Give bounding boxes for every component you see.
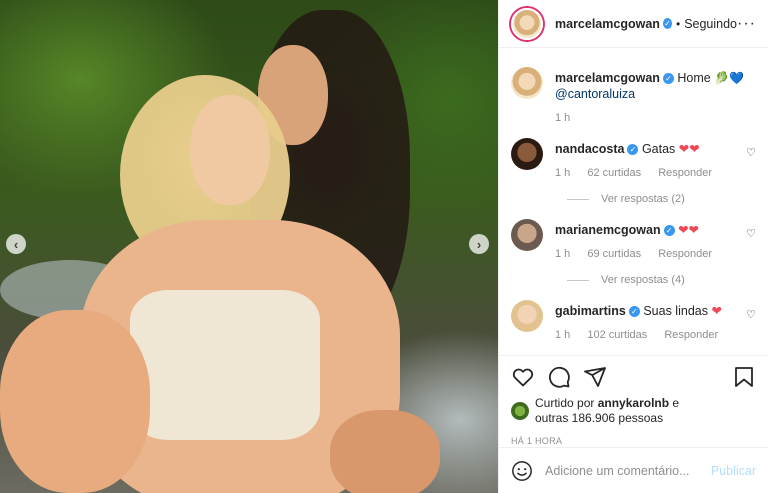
post-sidebar: marcelamcgowan ✓ • Seguindo ··· marcelam… [498,0,768,493]
verified-badge-icon: ✓ [663,225,675,237]
comment-likes[interactable]: 102 curtidas [587,329,647,341]
post-timestamp[interactable]: HÁ 1 HORA [511,436,756,446]
comment-hearts: ❤ [711,304,722,318]
reply-button[interactable]: Responder [658,248,712,260]
comment-meta: 1 h 69 curtidas Responder [555,246,740,262]
comment-username[interactable]: marianemcgowan [555,223,661,237]
comment-item: nandacosta ✓ Gatas ❤❤ 1 h 62 curtidas Res… [511,138,756,181]
view-replies-label: Ver respostas (4) [601,274,685,286]
post-header: marcelamcgowan ✓ • Seguindo ··· [499,0,768,48]
photo-leg [0,310,150,493]
like-comment-heart-icon[interactable]: ♡ [746,219,756,240]
comments-list[interactable]: marcelamcgowan ✓ Home 🥬💙 @cantoraluiza 1 … [499,49,768,355]
verified-badge-icon: ✓ [662,73,674,85]
likes-prefix: Curtido por [535,396,595,410]
comment-input[interactable] [545,463,711,478]
carousel-next-button[interactable]: › [469,234,489,254]
caption-time[interactable]: 1 h [555,112,570,124]
emoji-smile-icon[interactable] [511,460,533,482]
comment-time[interactable]: 1 h [555,248,570,260]
verified-badge-icon: ✓ [662,18,672,29]
replies-divider [567,279,589,281]
reply-button[interactable]: Responder [664,329,718,341]
verified-badge-icon: ✓ [628,306,640,318]
view-replies-label: Ver respostas (2) [601,193,685,205]
likes-middle: e [672,396,680,410]
verified-badge-icon: ✓ [627,144,639,156]
caption-meta: 1 h [555,110,756,126]
comment-likes[interactable]: 62 curtidas [587,167,641,179]
comment-meta: 1 h 62 curtidas Responder [555,165,740,181]
comment-time[interactable]: 1 h [555,329,570,341]
comment-time[interactable]: 1 h [555,167,570,179]
comment-text: Gatas [641,142,676,156]
comment-text: Suas lindas [643,304,708,318]
comment-hearts: ❤❤ [678,142,700,156]
separator-dot: • [675,16,681,31]
author-avatar[interactable] [511,7,543,40]
like-heart-icon[interactable] [511,365,535,389]
mention-link[interactable]: @cantoraluiza [555,87,635,101]
comment-username[interactable]: gabimartins [555,304,626,318]
comment-likes[interactable]: 69 curtidas [587,248,641,260]
save-bookmark-icon[interactable] [732,365,756,389]
likes-text: Curtido por annykarolnb e outras 186.906… [535,396,679,426]
comment-avatar[interactable] [511,219,543,251]
likes-others[interactable]: outras 186.906 pessoas [535,411,663,425]
action-icons [511,364,756,390]
like-comment-heart-icon[interactable]: ♡ [746,300,756,321]
comment-avatar[interactable] [511,300,543,332]
carousel-prev-button[interactable]: ‹ [6,234,26,254]
caption-username[interactable]: marcelamcgowan [555,71,660,85]
caption-avatar[interactable] [511,67,543,99]
caption-emoji: 🥬💙 [714,71,745,85]
publish-button[interactable]: Publicar [711,464,756,478]
comment-hearts: ❤❤ [678,223,700,237]
likes-summary: Curtido por annykarolnb e outras 186.906… [511,396,756,426]
liker-avatar[interactable] [511,402,529,420]
author-username[interactable]: marcelamcgowan [555,17,660,31]
post-photo[interactable]: ‹ › [0,0,498,493]
view-replies-button[interactable]: Ver respostas (2) [567,193,756,205]
reply-button[interactable]: Responder [658,167,712,179]
post-actions: Curtido por annykarolnb e outras 186.906… [499,355,768,446]
view-replies-button[interactable]: Ver respostas (4) [567,274,756,286]
comment-item: marianemcgowan ✓ ❤❤ 1 h 69 curtidas Respo… [511,219,756,262]
replies-divider [567,198,589,200]
liker-username[interactable]: annykarolnb [598,396,669,410]
comment-username[interactable]: nandacosta [555,142,624,156]
comment-avatar[interactable] [511,138,543,170]
more-options-icon[interactable]: ··· [737,15,756,33]
caption: marcelamcgowan ✓ Home 🥬💙 @cantoraluiza 1 … [511,67,756,126]
caption-text: Home [677,71,711,85]
add-comment-bar: Publicar [499,447,768,493]
comment-item: gabimartins ✓ Suas lindas ❤ 1 h 102 curti… [511,300,756,343]
comment-bubble-icon[interactable] [547,365,571,389]
photo-top [130,290,320,440]
following-button[interactable]: Seguindo [684,17,737,31]
like-comment-heart-icon[interactable]: ♡ [746,138,756,159]
share-send-icon[interactable] [583,365,607,389]
comment-meta: 1 h 102 curtidas Responder [555,327,740,343]
photo-face-left [190,95,270,205]
photo-knee [330,410,440,493]
